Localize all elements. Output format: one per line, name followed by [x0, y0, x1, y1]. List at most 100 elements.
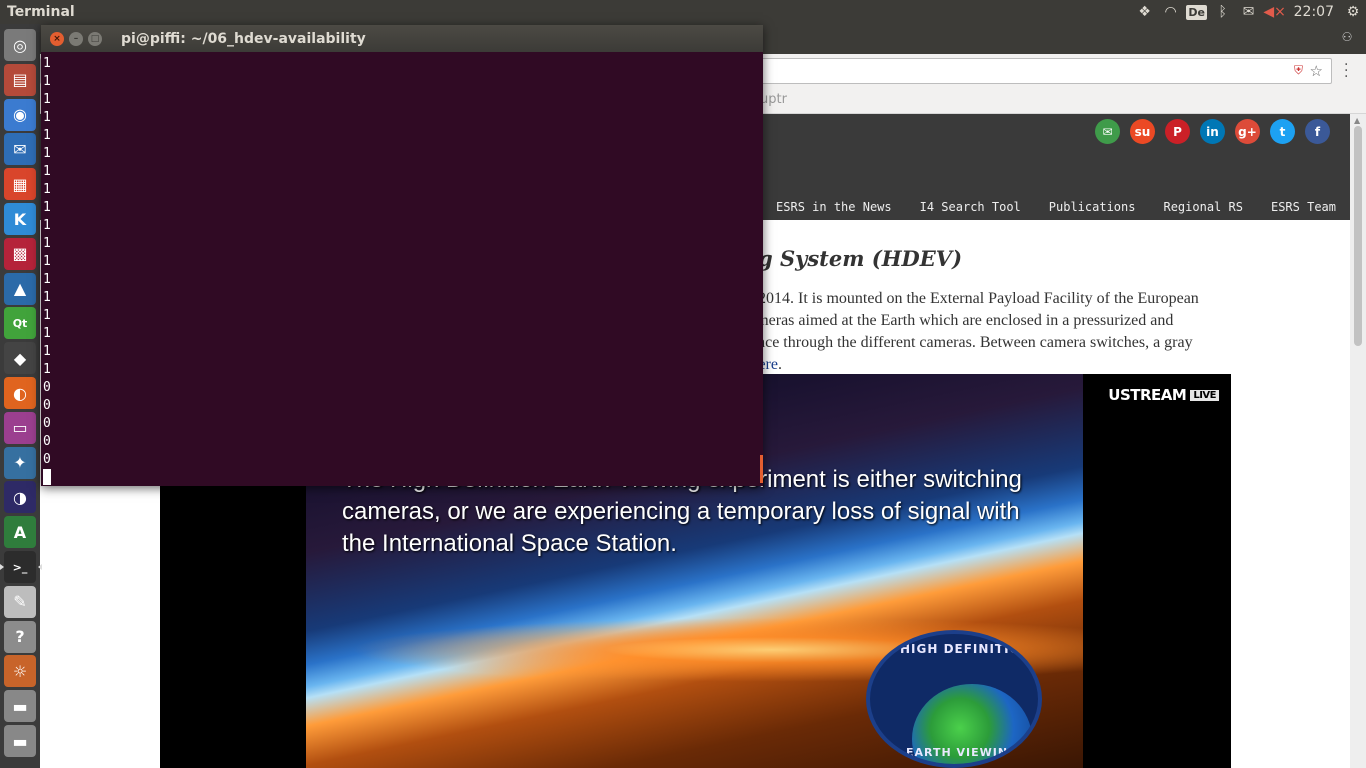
- nav-item[interactable]: Regional RS: [1149, 200, 1256, 214]
- terminal-output-line: 1: [43, 308, 51, 323]
- terminal-output-line: 0: [43, 434, 51, 449]
- dropbox-icon[interactable]: ❖: [1132, 0, 1158, 24]
- bluetooth-icon[interactable]: ᛒ: [1210, 0, 1236, 24]
- app-window-icon[interactable]: ▭: [4, 411, 36, 444]
- article-line: cameras aimed at the Earth which are enc…: [742, 312, 1174, 329]
- nav-item[interactable]: I4 Search Tool: [906, 200, 1035, 214]
- help-icon[interactable]: ?: [4, 620, 36, 653]
- twitter-icon[interactable]: t: [1270, 119, 1295, 144]
- matlab-icon[interactable]: ▲: [4, 272, 36, 305]
- launcher: ◎ ▤ ◉ ✉ ▦ K ▩ ▲ Qt ◆ ◐ ▭ ✦ ◑ A >_ ✎? ☼ ▬ ▬: [0, 24, 42, 768]
- terminal-output[interactable]: 1 1 1 1 1 1 1 1 1 1 1 1 1 1 1 1 1 1 0 0 0 0 0: [41, 52, 763, 488]
- email-share-icon[interactable]: ✉: [1095, 119, 1120, 144]
- article-title: g System (HDEV): [758, 246, 963, 271]
- terminal-output-line: 1: [43, 272, 51, 287]
- colorful-app-icon[interactable]: ▦: [4, 168, 36, 201]
- bookmark-item[interactable]: uptr: [760, 92, 787, 107]
- terminal-output-line: 1: [43, 326, 51, 341]
- terminal-output-line: 1: [43, 290, 51, 305]
- terminal-output-line: 1: [43, 92, 51, 107]
- terminal-output-line: 1: [43, 128, 51, 143]
- terminal-output-line: 0: [43, 416, 51, 431]
- window-edge-marker: [760, 455, 763, 483]
- drive-icon[interactable]: ▬: [4, 690, 36, 723]
- minimize-window-icon[interactable]: –: [69, 31, 83, 46]
- nav-item[interactable]: ESRS Team: [1257, 200, 1350, 214]
- facebook-icon[interactable]: f: [1305, 119, 1330, 144]
- keyboard-layout-indicator[interactable]: De: [1184, 0, 1210, 24]
- social-share-bar: ✉ su Pin g+ t f: [1095, 119, 1330, 144]
- maximize-window-icon[interactable]: □: [88, 31, 102, 46]
- article-line: 0, 2014. It is mounted on the External P…: [742, 290, 1199, 307]
- terminal-titlebar[interactable]: × – □ pi@piffi: ~/06_hdev-availability: [41, 25, 763, 52]
- settings-app-icon[interactable]: ☼: [4, 655, 36, 688]
- patch-bottom-text: EARTH VIEWING: [906, 746, 1019, 759]
- active-app-title: Terminal: [7, 4, 75, 20]
- article-line-suffix: .: [777, 356, 782, 373]
- close-window-icon[interactable]: ×: [50, 31, 64, 46]
- drive-2-icon[interactable]: ▬: [4, 725, 36, 757]
- top-panel: Terminal ❖ ◠ De ᛒ ✉ ◀× 22:07 ⚙: [0, 0, 1366, 24]
- qt-creator-icon[interactable]: Qt: [4, 307, 36, 340]
- terminal-output-line: 1: [43, 56, 51, 71]
- terminal-output-line: 1: [43, 74, 51, 89]
- scroll-up-icon[interactable]: ▲: [1354, 116, 1360, 125]
- indicator-area: ❖ ◠ De ᛒ ✉ ◀× 22:07 ⚙: [1132, 0, 1366, 24]
- terminal-cursor-line: [43, 469, 763, 488]
- terminal-output-line: 1: [43, 362, 51, 377]
- patch-top-text: HIGH DEFINITION: [900, 642, 1032, 656]
- terminal-output-line: 1: [43, 146, 51, 161]
- wifi-icon[interactable]: ◠: [1158, 0, 1184, 24]
- terminal-cursor: [43, 469, 51, 485]
- browser-menu-button[interactable]: · · ·: [1344, 58, 1358, 84]
- terminal-output-line: 1: [43, 254, 51, 269]
- text-editor-icon[interactable]: ✎: [4, 585, 36, 618]
- software-updater-icon[interactable]: A: [4, 516, 36, 549]
- files-icon[interactable]: ▤: [4, 63, 36, 96]
- ustream-logo: USTREAM LIVE: [1108, 386, 1219, 404]
- mail-icon[interactable]: ✉: [1236, 0, 1262, 24]
- terminal-output-line: 0: [43, 398, 51, 413]
- ustream-brand: USTREAM: [1108, 386, 1187, 404]
- pinterest-icon[interactable]: P: [1165, 119, 1190, 144]
- bookmark-star-icon[interactable]: ☆: [1310, 62, 1323, 80]
- scrollbar-thumb[interactable]: [1354, 126, 1362, 346]
- article-line: uence through the different cameras. Bet…: [742, 334, 1193, 351]
- kde-app-icon[interactable]: K: [4, 203, 36, 235]
- chromium-icon[interactable]: ◉: [4, 98, 36, 131]
- linkedin-icon[interactable]: in: [1200, 119, 1225, 144]
- session-gear-icon[interactable]: ⚙: [1340, 0, 1366, 24]
- terminal-output-line: 1: [43, 182, 51, 197]
- checkered-app-icon[interactable]: ▩: [4, 237, 36, 270]
- terminal-output-line: 1: [43, 344, 51, 359]
- focused-indicator: [38, 564, 42, 570]
- page-scrollbar[interactable]: ▲: [1350, 114, 1366, 768]
- google-plus-icon[interactable]: g+: [1235, 119, 1260, 144]
- terminal-output-line: 0: [43, 452, 51, 467]
- live-badge: LIVE: [1190, 390, 1219, 401]
- terminal-title: pi@piffi: ~/06_hdev-availability: [121, 30, 366, 47]
- article-line: t here.: [742, 354, 1262, 376]
- site-nav: rsESRS in the NewsI4 Search ToolPublicat…: [720, 200, 1350, 214]
- terminal-window[interactable]: × – □ pi@piffi: ~/06_hdev-availability 1…: [41, 25, 763, 486]
- profile-button[interactable]: ⚇: [1336, 28, 1358, 46]
- nav-item[interactable]: ESRS in the News: [762, 200, 906, 214]
- terminal-icon[interactable]: >_: [0, 551, 42, 583]
- nav-item[interactable]: Publications: [1035, 200, 1150, 214]
- stumbleupon-icon[interactable]: su: [1130, 119, 1155, 144]
- terminal-output-line: 1: [43, 164, 51, 179]
- ubuntu-dash-icon[interactable]: ◎: [4, 29, 36, 61]
- hdev-mission-patch: HIGH DEFINITION EARTH VIEWING: [866, 630, 1042, 768]
- keyboard-layout-label: De: [1186, 4, 1207, 20]
- terminal-output-line: 1: [43, 218, 51, 233]
- eclipse-icon[interactable]: ◑: [4, 481, 36, 514]
- clock[interactable]: 22:07: [1288, 0, 1340, 24]
- sound-muted-icon[interactable]: ◀×: [1262, 0, 1288, 24]
- inkscape-icon[interactable]: ◆: [4, 342, 36, 375]
- terminal-output-line: 0: [43, 380, 51, 395]
- thunderbird-icon[interactable]: ✉: [4, 133, 36, 166]
- firefox-icon[interactable]: ◐: [4, 377, 36, 409]
- python-icon[interactable]: ✦: [4, 446, 36, 479]
- terminal-output-line: 1: [43, 110, 51, 125]
- blocked-content-icon[interactable]: ⛨: [1294, 63, 1303, 78]
